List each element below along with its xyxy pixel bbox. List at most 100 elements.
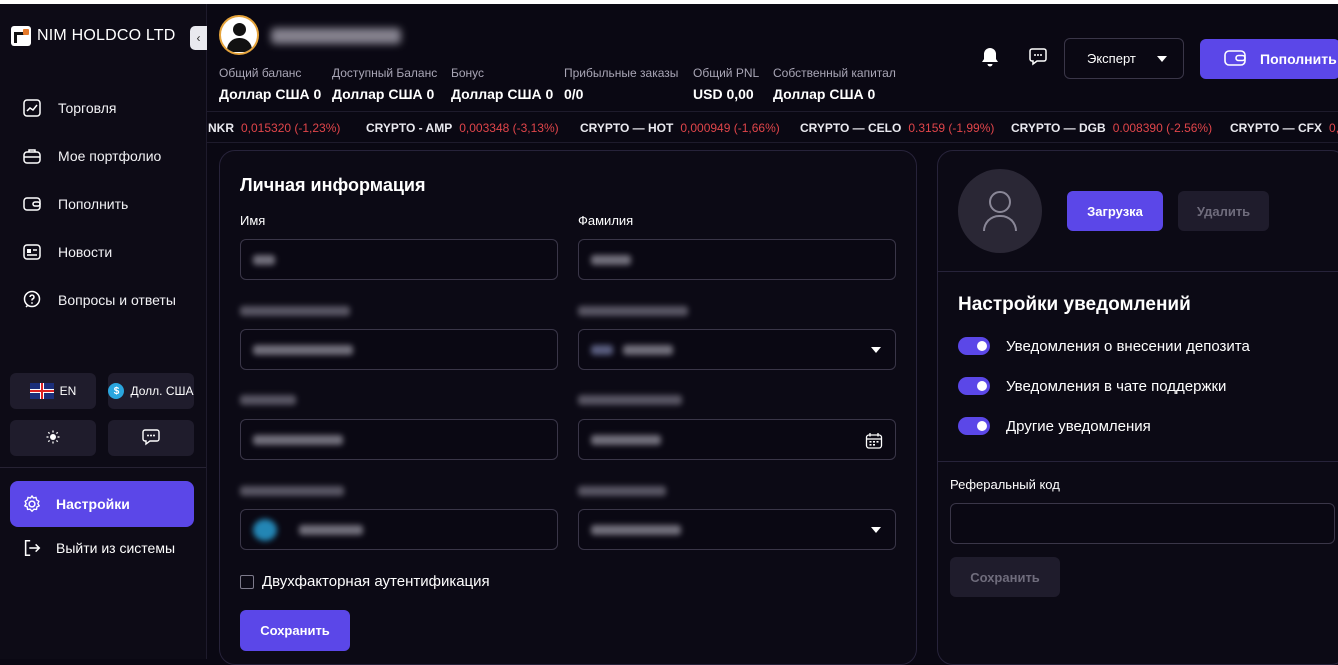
save-personal-button[interactable]: Сохранить: [240, 610, 350, 651]
profile-avatar: [958, 169, 1042, 253]
stat-value: USD 0,00: [693, 86, 754, 102]
referral-code-input[interactable]: [950, 503, 1335, 544]
ticker-item[interactable]: CRYPTO - AMP 0,003348 (-3,13%): [366, 121, 559, 135]
sidebar-item-label: Вопросы и ответы: [58, 292, 176, 308]
chevron-down-icon: [871, 527, 881, 533]
ticker-item[interactable]: NKR 0,015320 (-1,23%): [208, 121, 340, 135]
ticker-symbol: CRYPTO — CELO: [800, 121, 902, 135]
wallet-icon: [1224, 49, 1246, 70]
ticker-symbol: CRYPTO — HOT: [580, 121, 674, 135]
currency-selector[interactable]: $ Долл. США: [108, 373, 194, 409]
redacted-label: [240, 486, 344, 496]
deposit-label: Пополнить: [1260, 51, 1337, 67]
phone-field[interactable]: [240, 419, 558, 460]
calendar-icon[interactable]: [865, 432, 883, 455]
language-select[interactable]: [578, 509, 896, 550]
user-avatar[interactable]: [219, 15, 259, 55]
theme-toggle-button[interactable]: [10, 420, 96, 456]
price-ticker: NKR 0,015320 (-1,23%) CRYPTO - AMP 0,00334…: [207, 113, 1338, 143]
sidebar-item-settings[interactable]: Настройки: [10, 481, 194, 527]
sidebar-item-label: Настройки: [56, 496, 130, 512]
card-divider: [938, 271, 1338, 272]
email-field[interactable]: [240, 329, 558, 370]
sidebar-divider: [0, 467, 206, 468]
header-chat-button[interactable]: [1027, 47, 1049, 72]
country-select[interactable]: [578, 329, 896, 370]
account-mode-select[interactable]: Эксперт: [1064, 38, 1184, 79]
country-flag-icon: [591, 345, 613, 355]
logo-icon: [11, 26, 31, 46]
top-header: Общий баланс Доллар США 0 Доступный Бала…: [207, 4, 1338, 112]
redacted-value: [591, 255, 631, 265]
support-chat-button[interactable]: [108, 420, 194, 456]
two-factor-label: Двухфакторная аутентификация: [262, 573, 490, 590]
other-notification-toggle[interactable]: [958, 417, 990, 435]
stat-value: Доллар США 0: [332, 86, 435, 102]
save-referral-button[interactable]: Сохранить: [950, 557, 1060, 597]
language-label: EN: [59, 384, 77, 398]
ticker-symbol: CRYPTO — CFX: [1230, 121, 1323, 135]
brand-name: NIM HOLDCO LTD: [37, 27, 176, 44]
personal-info-card: Личная информация Имя Фамилия Двухфактор…: [219, 150, 917, 665]
sidebar-item-portfolio[interactable]: Мое портфолио: [0, 132, 206, 180]
uk-flag-icon: [29, 383, 54, 399]
ticker-item[interactable]: CRYPTO — CFX 0,10: [1230, 121, 1338, 135]
ticker-change: 0,015320 (-1,23%): [241, 121, 341, 135]
ticker-item[interactable]: CRYPTO — CELO 0.3159 (-1,99%): [800, 121, 994, 135]
redacted-label: [578, 395, 682, 405]
profile-settings-card: Загрузка Удалить Настройки уведомлений У…: [937, 150, 1338, 665]
card-divider: [938, 461, 1338, 462]
toggle-label: Другие уведомления: [1006, 417, 1151, 435]
ticker-change: 0.3159 (-1,99%): [908, 121, 995, 135]
sidebar-item-faq[interactable]: Вопросы и ответы: [0, 276, 206, 324]
redacted-label: [240, 306, 350, 316]
deposit-notification-toggle[interactable]: [958, 337, 990, 355]
redacted-label: [578, 486, 666, 496]
sidebar: NIM HOLDCO LTD ‹ Торговля Мое портфолио …: [0, 4, 207, 659]
sidebar-item-label: Новости: [58, 244, 113, 260]
chat-icon: [1028, 47, 1048, 72]
ticker-change: 0,003348 (-3,13%): [459, 121, 559, 135]
stat-equity: Собственный капитал Доллар США 0: [773, 66, 896, 102]
stat-label: Бонус: [451, 66, 485, 80]
language-selector[interactable]: EN: [10, 373, 96, 409]
ticker-change: 0,000949 (-1,66%): [680, 121, 780, 135]
birthdate-field[interactable]: [578, 419, 896, 460]
stat-total-pnl: Общий PNL USD 0,00: [693, 66, 759, 102]
stat-label: Прибыльные заказы: [564, 66, 679, 80]
ticker-item[interactable]: CRYPTO — DGB 0.008390 (-2.56%): [1011, 121, 1212, 135]
last-name-field[interactable]: [578, 239, 896, 280]
deposit-button[interactable]: Пополнить: [1200, 39, 1338, 79]
wallet-icon: [22, 194, 42, 214]
redacted-value: [591, 435, 661, 445]
first-name-field[interactable]: [240, 239, 558, 280]
logout-button[interactable]: Выйти из системы: [22, 538, 175, 558]
timezone-select[interactable]: [240, 509, 558, 550]
redacted-value: [253, 435, 343, 445]
sidebar-item-trading[interactable]: Торговля: [0, 84, 206, 132]
ticker-symbol: CRYPTO — DGB: [1011, 121, 1106, 135]
user-icon: [989, 191, 1011, 213]
sidebar-item-label: Пополнить: [58, 196, 129, 212]
redacted-value: [623, 345, 673, 355]
brand-logo[interactable]: NIM HOLDCO LTD: [11, 26, 176, 46]
two-factor-checkbox[interactable]: [240, 574, 254, 589]
upload-avatar-button[interactable]: Загрузка: [1067, 191, 1163, 231]
stat-total-balance: Общий баланс Доллар США 0: [219, 66, 321, 102]
collapse-sidebar-button[interactable]: ‹: [190, 26, 207, 50]
support-chat-notification-toggle[interactable]: [958, 377, 990, 395]
first-name-label: Имя: [240, 213, 266, 228]
support-chat-notification-row: Уведомления в чате поддержки: [958, 377, 1226, 395]
chevron-down-icon: [871, 347, 881, 353]
notifications-button[interactable]: [979, 47, 1001, 70]
sidebar-item-deposit[interactable]: Пополнить: [0, 180, 206, 228]
redacted-label: [578, 306, 688, 316]
redacted-value: [299, 525, 363, 535]
dollar-icon: $: [108, 383, 125, 399]
delete-avatar-button[interactable]: Удалить: [1178, 191, 1269, 231]
gear-icon: [22, 494, 42, 514]
ticker-item[interactable]: CRYPTO — HOT 0,000949 (-1,66%): [580, 121, 780, 135]
ticker-symbol: CRYPTO - AMP: [366, 121, 453, 135]
two-factor-checkbox-row[interactable]: Двухфакторная аутентификация: [240, 573, 490, 590]
sidebar-item-news[interactable]: Новости: [0, 228, 206, 276]
